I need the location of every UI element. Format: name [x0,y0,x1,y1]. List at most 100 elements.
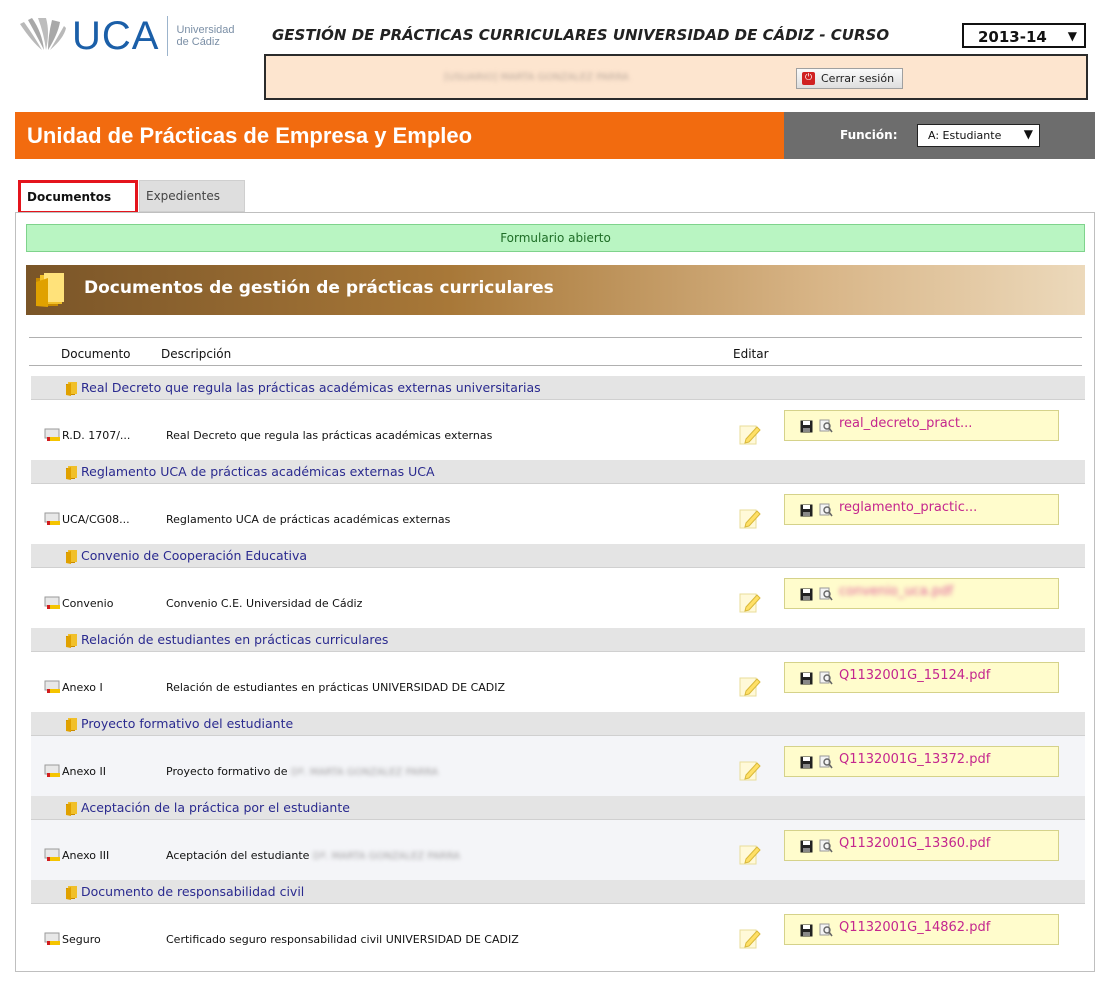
table-header-rule [29,365,1082,366]
document-icon [44,680,61,694]
magnifier-icon[interactable] [819,839,833,853]
document-icon [44,428,61,442]
magnifier-icon[interactable] [819,755,833,769]
folder-icon [36,273,64,307]
document-description-text: Proyecto formativo de [166,765,288,778]
function-value: A: Estudiante [928,129,1002,142]
document-code: Convenio [62,597,114,610]
unit-title: Unidad de Prácticas de Empresa y Empleo [27,123,473,148]
logo-subtitle: Universidad de Cádiz [176,24,234,48]
document-code: Anexo II [62,765,106,778]
save-icon[interactable] [800,504,813,517]
pencil-icon[interactable] [738,674,762,698]
folder-icon [65,717,79,732]
file-attachment: real_decreto_pract... [784,410,1059,441]
group-title: Convenio de Cooperación Educativa [81,548,308,563]
file-link[interactable]: reglamento_practic... [839,500,977,515]
document-icon [44,512,61,526]
logo-text: UCA [72,14,160,58]
pencil-icon[interactable] [738,926,762,950]
document-code: UCA/CG08... [62,513,130,526]
file-link[interactable]: Q1132001G_14862.pdf [839,920,990,935]
document-description-text: Convenio C.E. Universidad de Cádiz [166,597,363,610]
tab-documentos[interactable]: Documentos [18,180,138,214]
student-name-blurred: Dª. MARTA GONZÁLEZ PARRA [291,766,439,778]
file-attachment: Q1132001G_15124.pdf [784,662,1059,693]
file-link[interactable]: Q1132001G_13372.pdf [839,752,990,767]
document-description-text: Aceptación del estudiante [166,849,310,862]
table-row: Convenio Convenio C.E. Universidad de Cá… [31,568,1085,628]
table-top-rule [29,337,1082,338]
course-year-value: 2013-14 [978,28,1047,46]
save-icon[interactable] [800,924,813,937]
folder-icon [65,381,79,396]
table-row: UCA/CG08... Reglamento UCA de prácticas … [31,484,1085,544]
save-icon[interactable] [800,588,813,601]
pencil-icon[interactable] [738,506,762,530]
group-header: Reglamento UCA de prácticas académicas e… [31,460,1085,484]
document-code: Seguro [62,933,101,946]
file-link[interactable]: Q1132001G_13360.pdf [839,836,990,851]
group-title: Relación de estudiantes en prácticas cur… [81,632,389,647]
column-header-editar: Editar [733,347,769,361]
group-header: Real Decreto que regula las prácticas ac… [31,376,1085,400]
power-icon: ⏻ [802,72,815,85]
uca-logo-icon [20,18,66,50]
app-title: GESTIÓN DE PRÁCTICAS CURRICULARES UNIVER… [272,26,890,44]
group-header: Proyecto formativo del estudiante [31,712,1085,736]
folder-icon [65,465,79,480]
file-link[interactable]: Q1132001G_15124.pdf [839,668,990,683]
tab-expedientes[interactable]: Expedientes [139,180,245,212]
group-title: Aceptación de la práctica por el estudia… [81,800,350,815]
function-label: Función: [840,128,898,142]
document-icon [44,932,61,946]
magnifier-icon[interactable] [819,419,833,433]
table-row: Anexo II Proyecto formativo de Dª. MARTA… [31,736,1085,796]
pencil-icon[interactable] [738,590,762,614]
document-description: Proyecto formativo de Dª. MARTA GONZÁLEZ… [166,765,501,778]
status-message: Formulario abierto [26,224,1085,252]
document-description: Real Decreto que regula las prácticas ac… [166,429,492,442]
group-title: Real Decreto que regula las prácticas ac… [81,380,541,395]
pencil-icon[interactable] [738,758,762,782]
file-attachment: Q1132001G_14862.pdf [784,914,1059,945]
column-header-documento: Documento [61,347,131,361]
function-panel: Función: A: Estudiante ▼ [784,112,1095,159]
document-code: R.D. 1707/... [62,429,131,442]
course-year-select[interactable]: 2013-14 ▼ [962,23,1086,48]
section-header: Documentos de gestión de prácticas curri… [26,265,1085,315]
group-header: Relación de estudiantes en prácticas cur… [31,628,1085,652]
document-description-text: Certificado seguro responsabilidad civil… [166,933,519,946]
document-description: Relación de estudiantes en prácticas UNI… [166,681,505,694]
document-code: Anexo I [62,681,103,694]
document-icon [44,596,61,610]
function-select[interactable]: A: Estudiante ▼ [917,124,1040,147]
user-name: [USUARIO] MARTA GONZÁLEZ PARRA [444,72,629,83]
save-icon[interactable] [800,840,813,853]
save-icon[interactable] [800,672,813,685]
student-name-blurred: Dª. MARTA GONZÁLEZ PARRA [312,850,460,862]
magnifier-icon[interactable] [819,587,833,601]
file-attachment: Q1132001G_13372.pdf [784,746,1059,777]
magnifier-icon[interactable] [819,923,833,937]
save-icon[interactable] [800,420,813,433]
magnifier-icon[interactable] [819,503,833,517]
save-icon[interactable] [800,756,813,769]
file-link[interactable]: real_decreto_pract... [839,416,972,431]
logo-subtitle-line2: de Cádiz [176,36,220,48]
documents-panel: Formulario abierto Documentos de gestión… [15,212,1095,972]
table-row: Anexo III Aceptación del estudiante Dª. … [31,820,1085,880]
document-description: Aceptación del estudiante Dª. MARTA GONZ… [166,849,523,862]
magnifier-icon[interactable] [819,671,833,685]
document-description: Convenio C.E. Universidad de Cádiz [166,597,362,610]
logout-button[interactable]: ⏻ Cerrar sesión [796,68,904,89]
logout-label: Cerrar sesión [821,72,895,85]
pencil-icon[interactable] [738,422,762,446]
folder-icon [65,633,79,648]
folder-icon [65,549,79,564]
table-row: Seguro Certificado seguro responsabilida… [31,904,1085,964]
group-header: Aceptación de la práctica por el estudia… [31,796,1085,820]
pencil-icon[interactable] [738,842,762,866]
folder-icon [65,801,79,816]
file-link[interactable]: convenio_uca.pdf [839,584,953,599]
